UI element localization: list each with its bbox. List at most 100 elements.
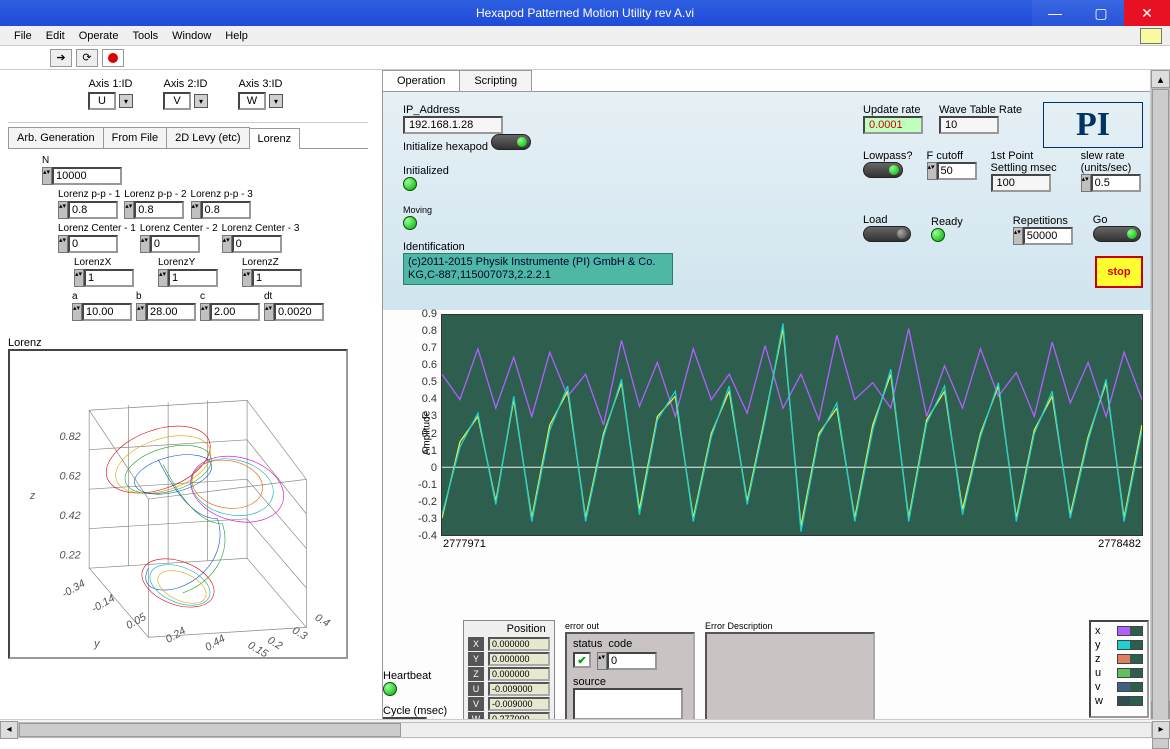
tab-2d-levy[interactable]: 2D Levy (etc) — [166, 127, 249, 148]
dt-input[interactable] — [274, 303, 324, 321]
right-tabs: Operation Scripting — [382, 70, 1160, 91]
menu-edit[interactable]: Edit — [40, 28, 71, 44]
axis-select-V[interactable]: V — [468, 697, 484, 711]
hscroll-left[interactable]: ◂ — [0, 721, 18, 739]
pp3-input[interactable] — [201, 201, 251, 219]
ident-box: (c)2011-2015 Physik Instrumente (PI) Gmb… — [403, 253, 673, 285]
lowpass-toggle[interactable] — [863, 162, 903, 178]
error-description-box — [705, 632, 875, 731]
help-icon[interactable] — [1140, 28, 1162, 44]
fcut-input[interactable] — [937, 162, 977, 180]
waveform-legend[interactable]: xyzuvw — [1089, 620, 1149, 718]
init-button[interactable] — [491, 134, 531, 150]
code-input[interactable] — [607, 652, 657, 670]
tab-from-file[interactable]: From File — [103, 127, 167, 148]
menu-operate[interactable]: Operate — [73, 28, 125, 44]
abort-button[interactable] — [102, 49, 124, 67]
tab-arb-generation[interactable]: Arb. Generation — [8, 127, 104, 148]
load-button[interactable] — [863, 226, 911, 242]
c2-label: Lorenz Center - 2 — [140, 223, 218, 234]
fcut-spin[interactable]: ▴▾ — [927, 162, 937, 180]
run-continuous-button[interactable]: ⟳ — [76, 49, 98, 67]
legend-swatch-v[interactable] — [1117, 682, 1143, 692]
lz-input[interactable] — [252, 269, 302, 287]
go-button[interactable] — [1093, 226, 1141, 242]
menu-tools[interactable]: Tools — [126, 28, 164, 44]
legend-swatch-u[interactable] — [1117, 668, 1143, 678]
axis1-drop[interactable]: ▾ — [119, 94, 133, 108]
lorenz-3d-plot[interactable]: 0.82 0.62 0.42 0.22 z -0.34 -0.14 0.05 0… — [8, 349, 348, 659]
source-label: source — [573, 676, 606, 688]
axis3-label: Axis 3:ID — [238, 78, 282, 90]
run-button[interactable]: ➔ — [50, 49, 72, 67]
ly-spin[interactable]: ▴▾ — [158, 269, 168, 287]
axis2-input[interactable] — [163, 92, 191, 110]
legend-swatch-y[interactable] — [1117, 640, 1143, 650]
a-label: a — [72, 291, 78, 302]
pp2-input[interactable] — [134, 201, 184, 219]
c1-spin[interactable]: ▴▾ — [58, 235, 68, 253]
c2-input[interactable] — [150, 235, 200, 253]
axis-select-Y[interactable]: Y — [468, 652, 484, 666]
a-spin[interactable]: ▴▾ — [72, 303, 82, 321]
hscrollbar[interactable]: ◂ ▸ — [0, 719, 1170, 739]
axis-value-X: 0.000000 — [488, 637, 550, 651]
lx-input[interactable] — [84, 269, 134, 287]
tab-lorenz[interactable]: Lorenz — [249, 128, 301, 149]
c1-input[interactable] — [68, 235, 118, 253]
vscrollbar[interactable]: ▴ ▾ — [1150, 70, 1170, 719]
dt-spin[interactable]: ▴▾ — [264, 303, 274, 321]
pp1-input[interactable] — [68, 201, 118, 219]
axis-select-U[interactable]: U — [468, 682, 484, 696]
menu-help[interactable]: Help — [219, 28, 254, 44]
axis3-input[interactable] — [238, 92, 266, 110]
axis-select-Z[interactable]: Z — [468, 667, 484, 681]
c3-input[interactable] — [232, 235, 282, 253]
axis3-drop[interactable]: ▾ — [269, 94, 283, 108]
c3-label: Lorenz Center - 3 — [222, 223, 300, 234]
close-button[interactable]: ✕ — [1124, 0, 1170, 26]
legend-swatch-z[interactable] — [1117, 654, 1143, 664]
c-spin[interactable]: ▴▾ — [200, 303, 210, 321]
menu-file[interactable]: File — [8, 28, 38, 44]
axis2-drop[interactable]: ▾ — [194, 94, 208, 108]
slew-input[interactable] — [1091, 174, 1141, 192]
legend-swatch-x[interactable] — [1117, 626, 1143, 636]
c3-spin[interactable]: ▴▾ — [222, 235, 232, 253]
c-input[interactable] — [210, 303, 260, 321]
legend-swatch-w[interactable] — [1117, 696, 1143, 706]
pp2-spin[interactable]: ▴▾ — [124, 201, 134, 219]
pp3-spin[interactable]: ▴▾ — [191, 201, 201, 219]
titlebar[interactable]: Hexapod Patterned Motion Utility rev A.v… — [0, 0, 1170, 26]
lx-spin[interactable]: ▴▾ — [74, 269, 84, 287]
c2-spin[interactable]: ▴▾ — [140, 235, 150, 253]
lz-spin[interactable]: ▴▾ — [242, 269, 252, 287]
hscroll-right[interactable]: ▸ — [1152, 721, 1170, 739]
N-spin[interactable]: ▴▾ — [42, 167, 52, 185]
vscroll-up[interactable]: ▴ — [1151, 70, 1170, 88]
maximize-button[interactable]: ▢ — [1078, 0, 1124, 26]
ip-field[interactable]: 192.168.1.28 — [403, 116, 503, 134]
slew-spin[interactable]: ▴▾ — [1081, 174, 1091, 192]
rep-input[interactable] — [1023, 227, 1073, 245]
waveform-chart[interactable] — [441, 314, 1143, 536]
svg-text:y: y — [93, 638, 100, 650]
axis-select-X[interactable]: X — [468, 637, 484, 651]
stop-button[interactable]: stop — [1095, 256, 1143, 288]
a-input[interactable] — [82, 303, 132, 321]
source-textarea[interactable] — [573, 688, 683, 720]
menu-window[interactable]: Window — [166, 28, 217, 44]
tab-operation[interactable]: Operation — [382, 70, 460, 91]
waveform-yticks: 0.90.80.70.60.50.40.30.20.10-0.1-0.2-0.3… — [413, 314, 439, 536]
window-title: Hexapod Patterned Motion Utility rev A.v… — [476, 6, 694, 20]
b-input[interactable] — [146, 303, 196, 321]
rep-spin[interactable]: ▴▾ — [1013, 227, 1023, 245]
minimize-button[interactable]: — — [1032, 0, 1078, 26]
N-input[interactable] — [52, 167, 122, 185]
axis1-input[interactable] — [88, 92, 116, 110]
ly-input[interactable] — [168, 269, 218, 287]
b-spin[interactable]: ▴▾ — [136, 303, 146, 321]
pp1-spin[interactable]: ▴▾ — [58, 201, 68, 219]
tab-scripting[interactable]: Scripting — [459, 70, 532, 91]
code-spin[interactable]: ▴▾ — [597, 652, 607, 670]
